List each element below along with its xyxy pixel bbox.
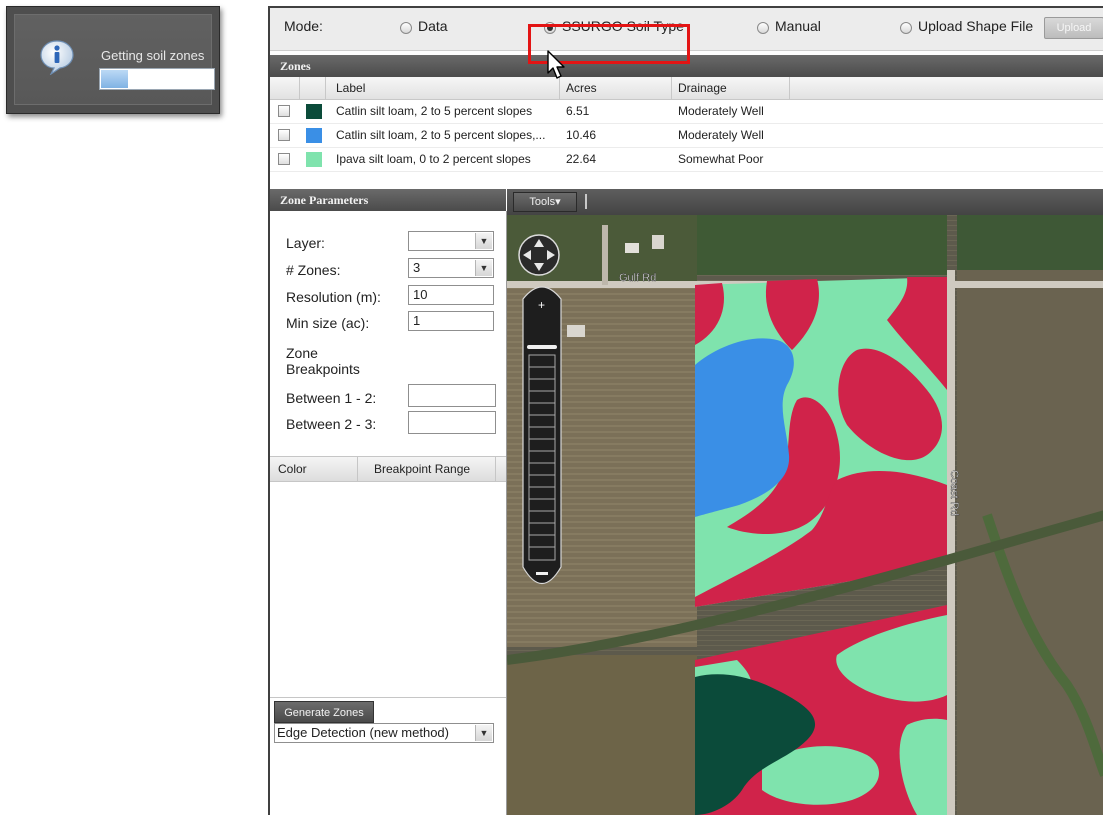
header-breakpoint-range[interactable]: Breakpoint Range (374, 457, 470, 481)
method-select-value: Edge Detection (new method) (277, 725, 449, 740)
info-icon (40, 40, 74, 75)
zoom-slider[interactable]: + (522, 286, 562, 585)
chevron-down-icon: ▾ (555, 196, 561, 208)
zone-drainage: Somewhat Poor (678, 152, 764, 166)
notification-body: Getting soil zones (14, 14, 215, 105)
header-divider (357, 457, 358, 481)
east-field (957, 270, 1103, 815)
resolution-input[interactable]: 10 (408, 285, 494, 305)
mouse-cursor-icon (547, 50, 565, 79)
zone-label: Catlin silt loam, 2 to 5 percent slopes,… (336, 128, 546, 142)
row-checkbox[interactable] (278, 129, 290, 141)
mode-option-data[interactable]: Data (418, 18, 448, 34)
num-zones-select[interactable]: 3 ▼ (408, 258, 494, 278)
coast-road (947, 270, 955, 815)
gulf-road-label: Gulf Rd (619, 272, 656, 284)
num-zones-label: # Zones: (286, 262, 341, 278)
generate-area: Generate Zones Edge Detection (new metho… (270, 697, 506, 816)
tools-button-label: Tools (529, 196, 556, 208)
header-color[interactable]: Color (278, 457, 307, 481)
header-check-col (270, 77, 300, 99)
zone-color-swatch (306, 104, 322, 119)
zone-drainage: Moderately Well (678, 104, 764, 118)
between-2-3-label: Between 2 - 3: (286, 416, 377, 432)
between-1-2-input[interactable] (408, 384, 496, 407)
zone-parameters-title-bar: Zone Parameters (270, 189, 506, 211)
toolbar-divider (585, 194, 587, 209)
zone-acres: 6.51 (566, 104, 590, 118)
zone-acres: 22.64 (566, 152, 597, 166)
zoom-out-icon[interactable] (536, 572, 548, 575)
north-field (697, 215, 947, 275)
app-window: Mode: Data SSURGO Soil Type Manual Uploa… (268, 6, 1103, 815)
zoom-slider-handle[interactable] (527, 345, 557, 349)
map-canvas[interactable]: Gulf Rd Coast Rd + (507, 215, 1103, 815)
row-checkbox[interactable] (278, 153, 290, 165)
table-row[interactable]: Catlin silt loam, 2 to 5 percent slopes,… (270, 124, 1103, 148)
header-drainage[interactable]: Drainage (672, 77, 790, 99)
zone-acres: 10.46 (566, 128, 597, 142)
row-checkbox[interactable] (278, 105, 290, 117)
notification-popup: Getting soil zones (6, 6, 220, 114)
breakpoints-heading-line1: Zone (286, 345, 318, 361)
header-divider (495, 457, 496, 481)
zones-table: Label Acres Drainage Catlin silt loam, 2… (270, 77, 1103, 183)
southwest-field (507, 655, 697, 815)
zone-color-swatch (306, 128, 322, 143)
notification-message: Getting soil zones (101, 48, 205, 63)
mode-option-manual[interactable]: Manual (775, 18, 821, 34)
pan-control[interactable] (518, 234, 560, 276)
mode-radio-manual[interactable] (757, 22, 769, 34)
zones-table-header: Label Acres Drainage (270, 77, 1103, 100)
chevron-down-icon[interactable]: ▼ (475, 233, 492, 249)
between-1-2-label: Between 1 - 2: (286, 390, 377, 406)
header-acres[interactable]: Acres (560, 77, 672, 99)
layer-select[interactable]: ▼ (408, 231, 494, 251)
zone-label: Ipava silt loam, 0 to 2 percent slopes (336, 152, 531, 166)
northeast-field (957, 215, 1103, 270)
chevron-down-icon[interactable]: ▼ (475, 725, 492, 741)
farm-building (625, 243, 639, 253)
chevron-down-icon[interactable]: ▼ (475, 260, 492, 276)
progress-bar (99, 68, 215, 90)
header-label[interactable]: Label (326, 77, 560, 99)
layer-label: Layer: (286, 235, 325, 251)
driveway (602, 225, 608, 285)
coast-road-label: Coast Rd (948, 470, 960, 516)
resolution-label: Resolution (m): (286, 289, 381, 305)
farm-building (652, 235, 664, 249)
progress-bar-fill (101, 70, 129, 88)
mode-label: Mode: (284, 18, 323, 34)
method-select[interactable]: Edge Detection (new method) ▼ (274, 723, 494, 743)
zoom-in-icon[interactable]: + (538, 298, 545, 312)
breakpoints-heading-line2: Breakpoints (286, 361, 360, 377)
zone-drainage: Moderately Well (678, 128, 764, 142)
generate-zones-button[interactable]: Generate Zones (274, 701, 374, 723)
min-size-input[interactable]: 1 (408, 311, 494, 331)
num-zones-value: 3 (413, 260, 421, 275)
map-view[interactable]: Gulf Rd Coast Rd + (507, 215, 1103, 815)
mode-radio-upload-shape[interactable] (900, 22, 912, 34)
table-row[interactable]: Catlin silt loam, 2 to 5 percent slopes … (270, 100, 1103, 124)
mode-option-upload-shape[interactable]: Upload Shape File (918, 18, 1033, 34)
map-toolbar: Tools▾ (507, 189, 1103, 215)
table-row[interactable]: Ipava silt loam, 0 to 2 percent slopes 2… (270, 148, 1103, 172)
farm-building (567, 325, 585, 337)
between-2-3-input[interactable] (408, 411, 496, 434)
zone-label: Catlin silt loam, 2 to 5 percent slopes (336, 104, 533, 118)
breakpoint-table-header: Color Breakpoint Range (270, 456, 506, 482)
zone-color-swatch (306, 152, 322, 167)
mode-radio-data[interactable] (400, 22, 412, 34)
tools-button[interactable]: Tools▾ (513, 192, 577, 212)
header-color-col (300, 77, 326, 99)
upload-button[interactable]: Upload (1044, 17, 1103, 39)
zone-parameters-panel: Layer: ▼ # Zones: 3 ▼ Resolution (m): 10… (270, 211, 507, 815)
min-size-label: Min size (ac): (286, 315, 370, 331)
